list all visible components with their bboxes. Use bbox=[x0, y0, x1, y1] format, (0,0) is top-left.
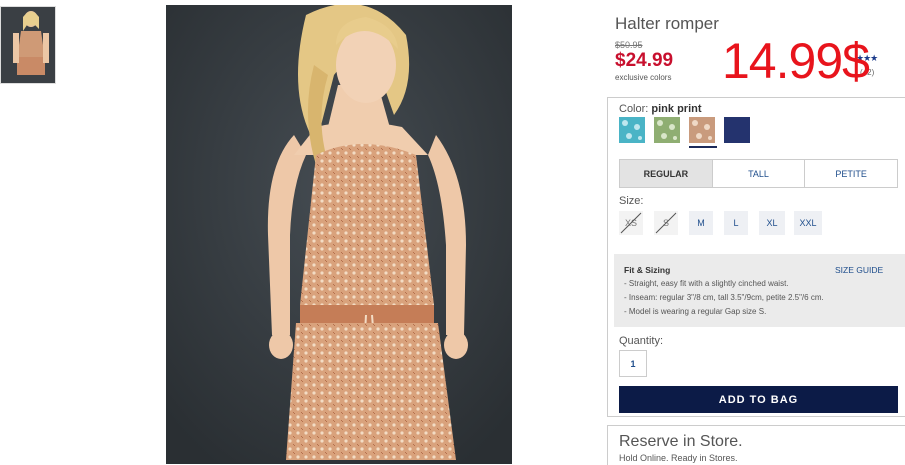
add-to-bag-button[interactable]: ADD TO BAG bbox=[619, 386, 898, 413]
fit-sizing-title: Fit & Sizing bbox=[624, 265, 671, 275]
color-label-text: Color: bbox=[619, 103, 649, 115]
quantity-label: Quantity: bbox=[619, 335, 664, 347]
sale-price: $24.99 bbox=[615, 50, 674, 71]
size-xl-button[interactable]: XL bbox=[759, 211, 785, 235]
reserve-title[interactable]: Reserve in Store. bbox=[619, 433, 743, 451]
original-price: $50.95 bbox=[615, 40, 643, 50]
swatch-teal-print[interactable] bbox=[619, 117, 645, 143]
unavailable-strike-icon bbox=[655, 212, 677, 234]
size-s-button[interactable]: S bbox=[654, 211, 678, 235]
size-l-button[interactable]: L bbox=[724, 211, 748, 235]
swatch-pink-print[interactable] bbox=[689, 117, 715, 143]
size-label: Size: bbox=[619, 195, 644, 207]
fit-tall-button[interactable]: TALL bbox=[711, 160, 805, 187]
exclusive-colors-note: exclusive colors bbox=[615, 73, 672, 82]
size-xs-button[interactable]: XS bbox=[619, 211, 643, 235]
size-guide-link[interactable]: SIZE GUIDE bbox=[835, 265, 883, 275]
product-title: Halter romper bbox=[615, 14, 719, 33]
selected-color-name: pink print bbox=[651, 103, 702, 115]
fit-line-3: - Model is wearing a regular Gap size S. bbox=[624, 307, 767, 316]
selected-swatch-indicator bbox=[689, 146, 717, 148]
price-overlay-annotation: 14.99$ bbox=[722, 33, 870, 89]
color-label: Color: pink print bbox=[619, 103, 702, 115]
fit-line-1: - Straight, easy fit with a slightly cin… bbox=[624, 279, 789, 288]
fit-selector: REGULAR TALL PETITE bbox=[619, 159, 898, 188]
swatch-navy[interactable] bbox=[724, 117, 750, 143]
fit-line-2: - Inseam: regular 3"/8 cm, tall 3.5"/9cm… bbox=[624, 293, 824, 302]
fit-regular-button[interactable]: REGULAR bbox=[620, 160, 712, 187]
unavailable-strike-icon bbox=[620, 212, 642, 234]
product-thumbnail[interactable] bbox=[0, 6, 56, 84]
size-xxl-button[interactable]: XXL bbox=[794, 211, 822, 235]
reserve-subtitle: Hold Online. Ready in Stores. bbox=[619, 453, 738, 463]
size-m-button[interactable]: M bbox=[689, 211, 713, 235]
fit-petite-button[interactable]: PETITE bbox=[804, 160, 897, 187]
quantity-select[interactable]: 1 bbox=[619, 350, 647, 377]
product-main-image bbox=[166, 5, 512, 464]
swatch-green-print[interactable] bbox=[654, 117, 680, 143]
